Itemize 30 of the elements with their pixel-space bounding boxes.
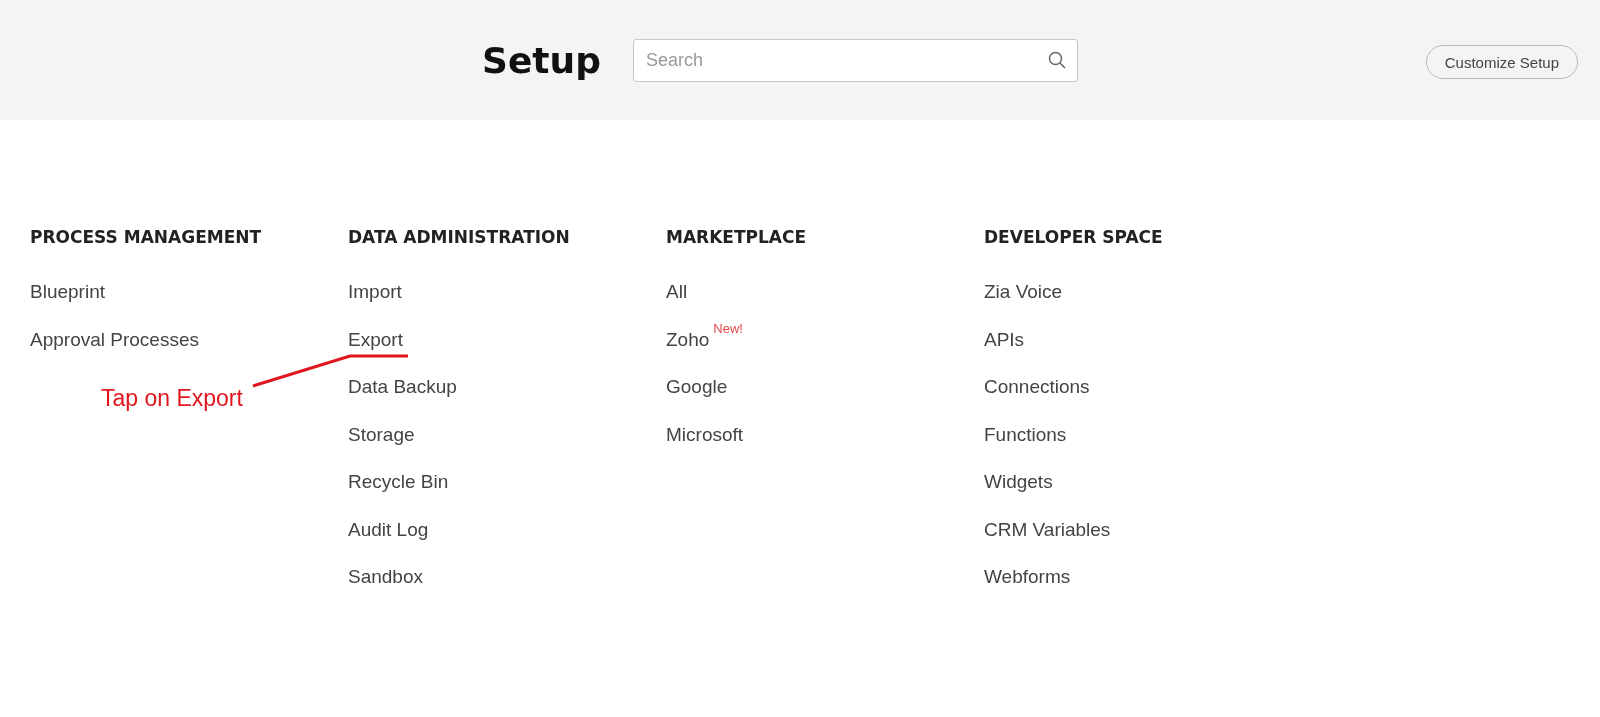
setup-link[interactable]: Microsoft <box>666 423 744 446</box>
setup-link[interactable]: APIs <box>984 328 1025 351</box>
section-heading: DATA ADMINISTRATION <box>348 227 571 247</box>
setup-link[interactable]: Connections <box>984 376 1090 398</box>
setup-link[interactable]: All <box>666 281 688 303</box>
setup-link[interactable]: CRM Variables <box>984 518 1111 541</box>
setup-link[interactable]: Data Backup <box>348 376 457 398</box>
customize-setup-button[interactable]: Customize Setup <box>1425 45 1578 79</box>
setup-link[interactable]: Widgets <box>984 471 1053 493</box>
setup-link[interactable]: Sandbox <box>348 566 423 588</box>
search-field[interactable]: Search <box>632 38 1078 82</box>
setup-link[interactable]: Recycle Bin <box>348 471 449 493</box>
setup-link[interactable]: Zia Voice <box>984 281 1063 303</box>
setup-link[interactable]: Approval Processes <box>30 328 199 351</box>
section-heading: PROCESS MANAGEMENT <box>30 227 263 247</box>
setup-link[interactable]: Export <box>348 328 403 351</box>
setup-link[interactable]: Google <box>666 376 728 398</box>
setup-link[interactable]: Blueprint <box>30 281 105 303</box>
page-title: Setup <box>482 39 601 81</box>
setup-link[interactable]: Webforms <box>984 566 1071 588</box>
section-heading: MARKETPLACE <box>666 227 808 247</box>
setup-link[interactable]: Storage <box>348 423 415 446</box>
setup-link[interactable]: Functions <box>984 423 1067 446</box>
section-heading: DEVELOPER SPACE <box>984 227 1164 247</box>
new-label: New! <box>713 320 743 336</box>
search-icon <box>1047 50 1066 69</box>
annotation-text: Tap on Export <box>101 385 243 412</box>
setup-link[interactable]: Import <box>348 281 402 303</box>
setup-link[interactable]: Audit Log <box>348 518 429 541</box>
setup-link[interactable]: Zoho <box>666 328 710 351</box>
